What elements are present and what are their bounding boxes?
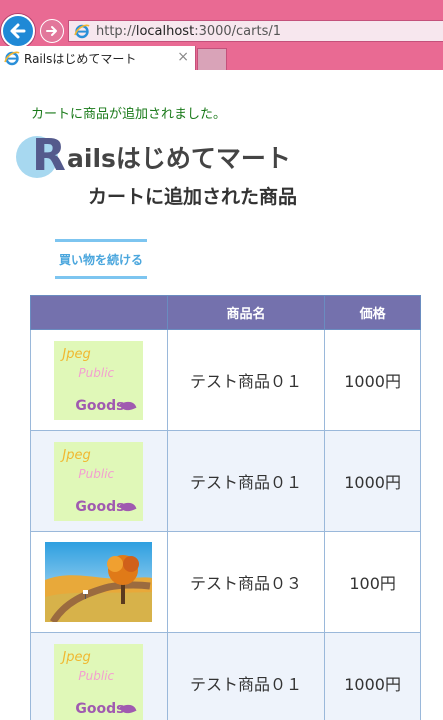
navigation-bar: http://localhost:3000/carts/1 (0, 0, 443, 48)
header-price: 価格 (324, 295, 421, 330)
product-image-cell: Jpeg Public Goods (30, 329, 168, 431)
address-bar[interactable]: http://localhost:3000/carts/1 (68, 20, 443, 42)
browser-chrome: http://localhost:3000/carts/1 Railsはじめてマ… (0, 0, 443, 70)
table-row: テスト商品０３ 100円 (30, 531, 421, 633)
product-image[interactable]: Jpeg Public Goods (54, 441, 144, 521)
product-price: 1000円 (324, 329, 421, 431)
new-tab-button[interactable] (197, 48, 227, 70)
ie-icon (74, 23, 90, 39)
product-name: テスト商品０１ (166, 632, 326, 720)
page-content: カートに商品が追加されました。 R ailsはじめてマート カートに追加された商… (0, 70, 443, 720)
ie-icon (4, 50, 20, 66)
header-product-name: 商品名 (166, 295, 326, 330)
product-image-cell: Jpeg Public Goods (30, 430, 168, 532)
product-price: 100円 (324, 531, 421, 633)
back-arrow-icon (10, 23, 26, 39)
page-title: カートに追加された商品 (88, 186, 298, 208)
product-name: テスト商品０３ (166, 531, 326, 633)
close-tab-icon[interactable]: × (177, 49, 189, 65)
tab-current[interactable]: Railsはじめてマート × (0, 46, 196, 70)
product-image-cell (30, 531, 168, 633)
product-image[interactable]: Jpeg Public Goods (54, 643, 144, 720)
notice-message: カートに商品が追加されました。 (31, 107, 227, 122)
product-price: 1000円 (324, 430, 421, 532)
address-url: http://localhost:3000/carts/1 (96, 23, 282, 39)
product-image[interactable] (45, 542, 153, 622)
continue-shopping-button[interactable]: 買い物を続ける (55, 239, 147, 279)
table-row: Jpeg Public Goods テスト商品０１ 1000円 (30, 632, 421, 720)
forward-arrow-icon (46, 26, 57, 36)
header-image (30, 295, 168, 330)
logo-text: ailsはじめてマート (67, 144, 291, 173)
table-row: Jpeg Public Goods テスト商品０１ 1000円 (30, 430, 421, 532)
table-row: Jpeg Public Goods テスト商品０１ 1000円 (30, 329, 421, 431)
cart-table: 商品名 価格 Jpeg Public Goods テスト商品０１ 1000円 J… (30, 295, 421, 720)
tab-title: Railsはじめてマート (24, 51, 137, 66)
product-name: テスト商品０１ (166, 430, 326, 532)
forward-button[interactable] (40, 19, 64, 43)
product-price: 1000円 (324, 632, 421, 720)
tab-strip: Railsはじめてマート × (0, 46, 443, 70)
product-image-cell: Jpeg Public Goods (30, 632, 168, 720)
table-header-row: 商品名 価格 (30, 295, 421, 330)
back-button[interactable] (1, 14, 35, 48)
product-name: テスト商品０１ (166, 329, 326, 431)
product-image[interactable]: Jpeg Public Goods (54, 340, 144, 420)
logo-letter: R (32, 130, 66, 181)
